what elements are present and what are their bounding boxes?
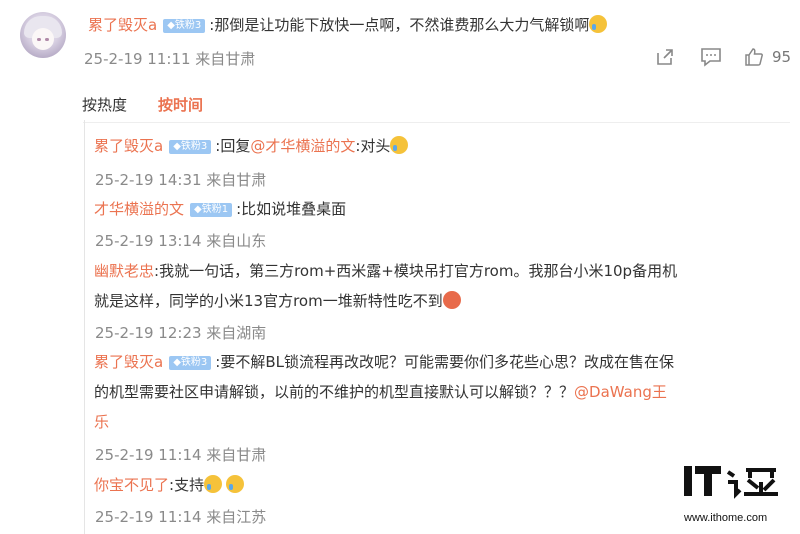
username[interactable]: 累了毁灭a: [88, 16, 157, 34]
like-count: 95: [772, 48, 792, 66]
cry-emoji-icon: [390, 136, 409, 154]
ithome-watermark: www.ithome.com: [684, 464, 792, 524]
username[interactable]: 累了毁灭a: [94, 137, 163, 155]
cry-emoji-icon: [589, 15, 608, 33]
reply-text-line1: :要不解BL锁流程再改改呢？可能需要你们多花些心思？改成在售在保: [215, 353, 674, 371]
comment-icon[interactable]: [700, 47, 722, 72]
share-icon[interactable]: [655, 47, 675, 72]
comment-meta: 25-2-19 11:11 来自甘肃: [84, 50, 256, 68]
reply-item: 你宝不见了:支持: [94, 474, 245, 495]
main-comment-header: 累了毁灭a ◆铁粉3:那倒是让功能下放快一点啊，不然谁费那么大力气解锁啊: [88, 14, 608, 35]
reply-item: 累了毁灭a ◆铁粉3:要不解BL锁流程再改改呢？可能需要你们多花些心思？改成在售在…: [94, 351, 674, 372]
reply-meta: 25-2-19 14:31 来自甘肃: [95, 171, 267, 189]
reply-item: 才华横溢的文 ◆铁粉1:比如说堆叠桌面: [94, 198, 346, 219]
reply-text: :支持: [169, 476, 205, 494]
comment-text: :那倒是让功能下放快一点啊，不然谁费那么大力气解锁啊: [209, 16, 590, 34]
reply-text-line2: 的机型需要社区申请解锁，以前的不维护的机型直接默认可以解锁？？？: [94, 383, 575, 401]
reply-text-continued: 乐: [94, 411, 109, 432]
username[interactable]: 累了毁灭a: [94, 353, 163, 371]
username[interactable]: 你宝不见了: [94, 476, 169, 494]
fan-badge: ◆铁粉3: [163, 19, 206, 33]
reply-text: :对头: [355, 137, 391, 155]
reply-thread-line: [84, 120, 85, 534]
reply-meta: 25-2-19 13:14 来自山东: [95, 232, 267, 250]
reply-meta: 25-2-19 11:14 来自江苏: [95, 508, 267, 526]
tab-by-time[interactable]: 按时间: [158, 94, 203, 115]
reply-meta: 25-2-19 12:23 来自湖南: [95, 324, 267, 342]
reply-item: 幽默老忠:我就一句话，第三方rom+西米露+模块吊打官方rom。我那台小米10p…: [94, 260, 677, 281]
laugh-emoji-icon: [442, 291, 461, 309]
fan-badge: ◆铁粉1: [190, 203, 233, 217]
ithome-logo-icon: [684, 466, 778, 499]
cry-emoji-icon: [204, 475, 223, 493]
reply-text-continued: 就是这样，同学的小米13官方rom一堆新特性吃不到: [94, 290, 461, 311]
reply-text-continued: 的机型需要社区申请解锁，以前的不维护的机型直接默认可以解锁？？？@DaWang王: [94, 381, 667, 402]
username[interactable]: 幽默老忠: [94, 262, 154, 280]
reply-item: 累了毁灭a ◆铁粉3:回复@才华横溢的文:对头: [94, 135, 409, 156]
fan-badge: ◆铁粉3: [169, 140, 212, 154]
reply-text-line2: 就是这样，同学的小米13官方rom一堆新特性吃不到: [94, 292, 443, 310]
mention-link[interactable]: @DaWang王: [574, 383, 667, 401]
reply-prefix: :回复: [215, 137, 251, 155]
username[interactable]: 才华横溢的文: [94, 200, 184, 218]
mention-link-continued[interactable]: 乐: [94, 413, 109, 431]
reply-text: :比如说堆叠桌面: [236, 200, 347, 218]
mention-link[interactable]: @才华横溢的文: [250, 137, 355, 155]
cry-emoji-icon: [226, 475, 245, 493]
tab-by-popularity[interactable]: 按热度: [82, 94, 127, 115]
reply-text-line1: :我就一句话，第三方rom+西米露+模块吊打官方rom。我那台小米10p备用机: [154, 262, 678, 280]
reply-meta: 25-2-19 11:14 来自甘肃: [95, 446, 267, 464]
avatar[interactable]: [20, 12, 66, 58]
like-icon[interactable]: [744, 47, 764, 72]
fan-badge: ◆铁粉3: [169, 356, 212, 370]
watermark-url: www.ithome.com: [684, 512, 768, 524]
